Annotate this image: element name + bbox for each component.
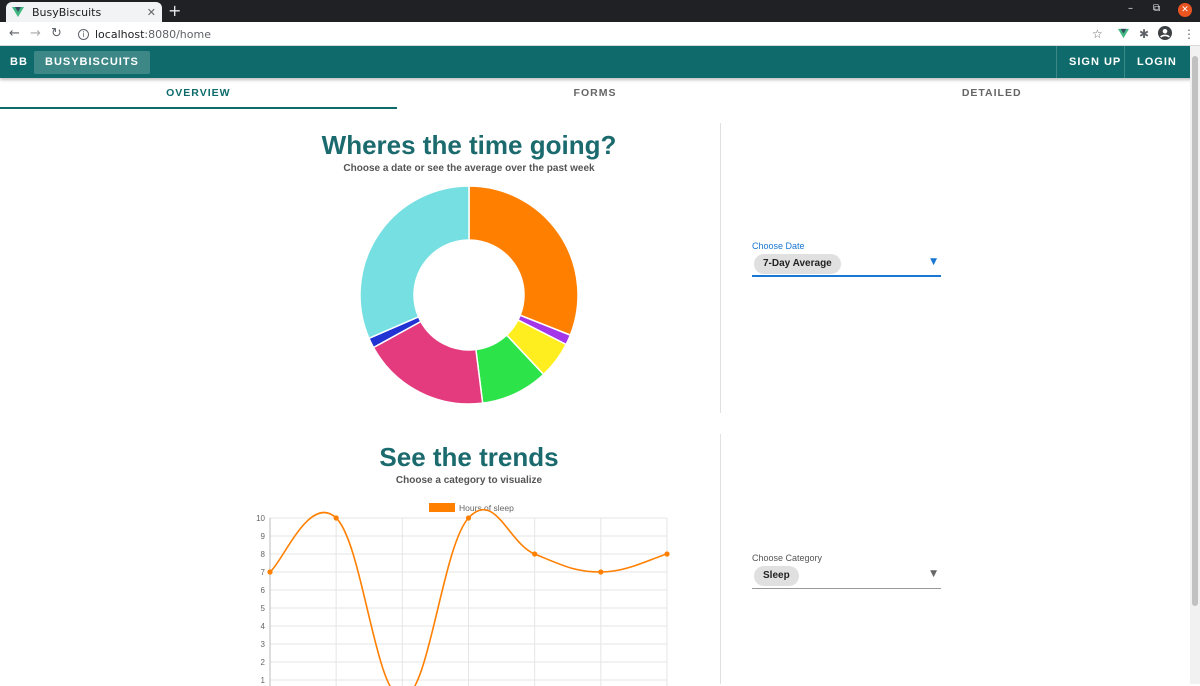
info-icon[interactable]: i	[78, 28, 89, 40]
app-toolbar: BB BUSYBISCUITS SIGN UP LOGIN	[0, 46, 1200, 78]
date-select[interactable]: Choose Date 7-Day Average ▼	[752, 241, 941, 277]
forward-icon[interactable]: →	[30, 26, 41, 41]
back-icon[interactable]: ←	[9, 26, 20, 41]
legend-swatch[interactable]	[429, 503, 455, 512]
data-point[interactable]	[598, 569, 604, 575]
chevron-down-icon[interactable]: ▼	[930, 257, 937, 267]
y-tick-label: 2	[261, 658, 266, 667]
tab-overview[interactable]: OVERVIEW	[0, 78, 397, 109]
tab-bar: OVERVIEW FORMS DETAILED	[0, 78, 1190, 109]
browser-tab[interactable]: BusyBiscuits ✕	[6, 2, 162, 22]
tab-close-icon[interactable]: ✕	[147, 6, 156, 19]
maximize-icon[interactable]: ⧉	[1153, 3, 1160, 14]
y-tick-label: 3	[261, 640, 266, 649]
trends-title: See the trends	[379, 442, 559, 472]
category-select-label: Choose Category	[752, 553, 823, 563]
scrollbar-thumb[interactable]	[1192, 56, 1198, 606]
overview-subtitle: Choose a date or see the average over th…	[343, 163, 595, 174]
trends-subtitle: Choose a category to visualize	[395, 475, 543, 486]
y-tick-label: 4	[261, 622, 266, 631]
new-tab-button[interactable]: +	[168, 2, 181, 20]
category-select-chip[interactable]: Sleep	[754, 566, 799, 586]
tab-title: BusyBiscuits	[32, 5, 102, 19]
section-divider	[720, 123, 721, 413]
category-select[interactable]: Choose Category Sleep ▼	[752, 553, 941, 589]
overview-title: Wheres the time going?	[321, 130, 617, 160]
vue-logo-icon	[12, 7, 24, 17]
window-close-icon[interactable]: ✕	[1178, 3, 1192, 17]
star-icon[interactable]: ☆	[1092, 27, 1103, 41]
extensions-icon[interactable]: ✱	[1139, 27, 1149, 41]
login-button[interactable]: LOGIN	[1124, 46, 1189, 78]
y-tick-label: 9	[261, 532, 266, 541]
brand-initials[interactable]: BB	[10, 56, 28, 68]
chevron-down-icon[interactable]: ▼	[930, 569, 937, 579]
date-select-chip[interactable]: 7-Day Average	[754, 254, 841, 274]
address-bar: ← → ↻ i localhost :8080/home ☆ ✱ ⋮	[0, 22, 1200, 46]
data-point[interactable]	[465, 515, 472, 521]
url-field[interactable]: i localhost :8080/home	[70, 24, 1100, 44]
profile-avatar-icon[interactable]	[1158, 26, 1172, 40]
tab-forms[interactable]: FORMS	[397, 78, 794, 109]
section-divider-2	[720, 434, 721, 684]
legend-label[interactable]: Hours of sleep	[459, 503, 514, 513]
y-tick-label: 6	[261, 586, 266, 595]
date-select-label: Choose Date	[752, 241, 805, 251]
url-path: :8080/home	[144, 27, 211, 41]
url-host: localhost	[95, 27, 145, 41]
y-tick-label: 7	[261, 568, 266, 577]
home-button[interactable]: BUSYBISCUITS	[34, 51, 150, 74]
signup-button[interactable]: SIGN UP	[1056, 46, 1133, 78]
donut-chart	[359, 185, 579, 405]
reload-icon[interactable]: ↻	[51, 26, 62, 41]
data-point[interactable]	[532, 551, 538, 557]
y-tick-label: 8	[261, 550, 266, 559]
y-tick-label: 10	[256, 514, 265, 523]
data-point[interactable]	[333, 515, 339, 521]
data-point[interactable]	[664, 551, 670, 557]
donut-slice-6[interactable]	[359, 185, 470, 340]
menu-dots-icon[interactable]: ⋮	[1183, 27, 1195, 41]
data-point[interactable]	[267, 569, 273, 575]
tab-detailed[interactable]: DETAILED	[793, 78, 1190, 109]
y-tick-label: 5	[261, 604, 266, 613]
donut-slice-0[interactable]	[468, 185, 579, 337]
browser-titlebar: BusyBiscuits ✕ + – ⧉ ✕	[0, 0, 1200, 22]
line-chart: 10987654321Hours of sleep	[256, 503, 670, 686]
vue-devtools-icon[interactable]	[1118, 28, 1129, 39]
minimize-icon[interactable]: –	[1128, 3, 1133, 14]
